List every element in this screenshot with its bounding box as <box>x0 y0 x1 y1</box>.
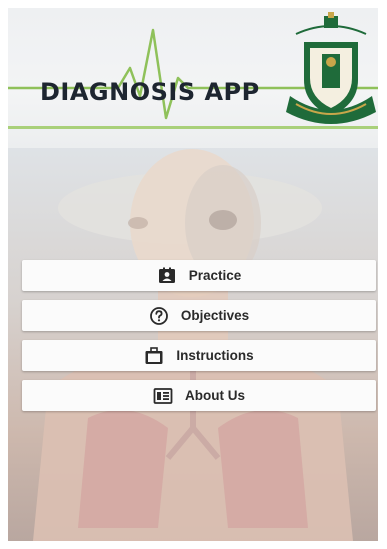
objectives-button[interactable]: Objectives <box>22 300 376 331</box>
app-title: DIAGNOSIS APP <box>40 78 260 106</box>
app-header: DIAGNOSIS APP <box>8 8 378 148</box>
instructions-label: Instructions <box>176 348 254 363</box>
main-menu: Practice Objectives Instructions About U… <box>22 260 376 420</box>
contact-card-icon <box>157 266 177 286</box>
university-logo-icon <box>286 12 376 124</box>
instructions-button[interactable]: Instructions <box>22 340 376 371</box>
objectives-label: Objectives <box>180 308 250 323</box>
practice-label: Practice <box>188 268 242 283</box>
app-screen: DIAGNOSIS APP Practice Objectives Instru… <box>8 8 378 541</box>
about-us-label: About Us <box>185 388 245 403</box>
practice-button[interactable]: Practice <box>22 260 376 291</box>
help-circle-icon <box>149 306 169 326</box>
info-list-icon <box>153 386 173 406</box>
briefcase-icon <box>144 346 164 366</box>
about-us-button[interactable]: About Us <box>22 380 376 411</box>
